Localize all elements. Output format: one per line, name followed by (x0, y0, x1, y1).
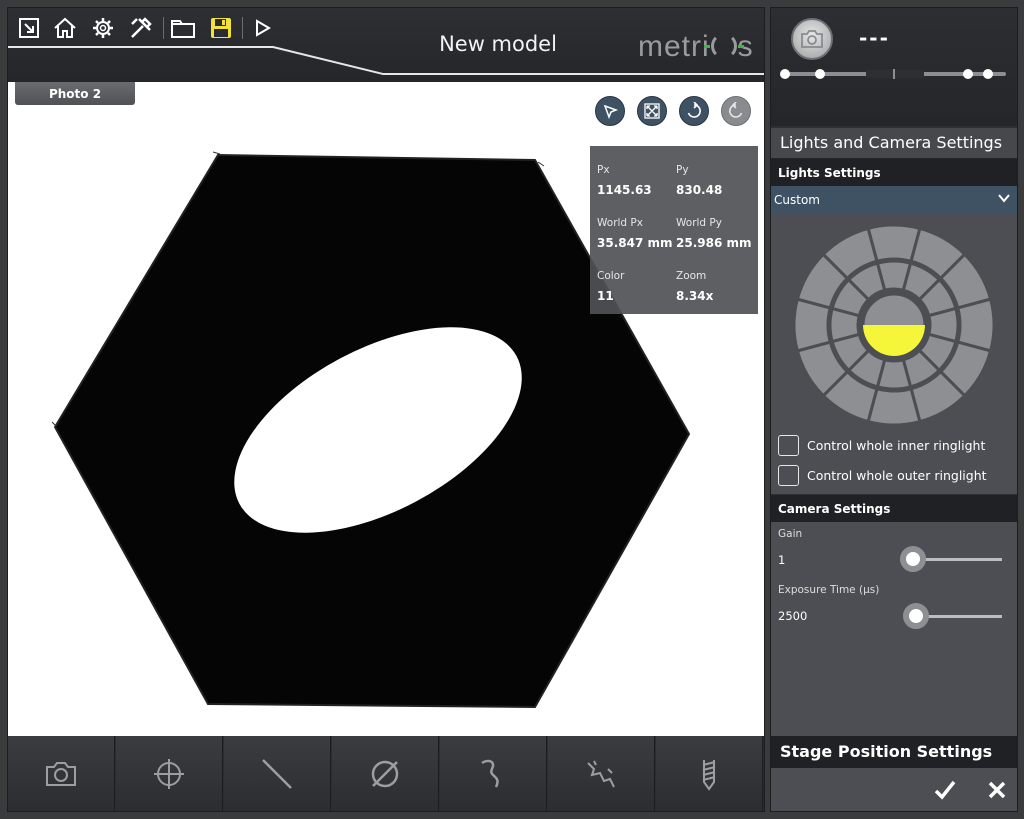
photo-tab[interactable]: Photo 2 (15, 82, 135, 105)
chevron-down-icon (997, 191, 1011, 208)
crosshair-icon[interactable] (116, 736, 223, 811)
outer-ringlight-checkbox[interactable] (778, 464, 799, 486)
world-py-value: 25.986 mm (676, 236, 752, 250)
model-title: New model (439, 32, 557, 56)
lights-settings-header: Lights Settings (771, 159, 1017, 186)
camera-button[interactable] (791, 18, 833, 60)
camera-position-slider[interactable] (780, 69, 1006, 79)
ringlight-control[interactable] (791, 222, 997, 428)
fit-view-icon[interactable] (637, 96, 667, 126)
inner-ringlight-label: Control whole inner ringlight (807, 437, 986, 453)
panel-title: Lights and Camera Settings (771, 128, 1017, 159)
panel-footer (771, 768, 1017, 811)
color-label: Color (597, 270, 625, 282)
inner-ringlight-checkbox[interactable] (778, 434, 799, 456)
camera-settings-area: Gain 1 Exposure Time (µs) 2500 (771, 522, 1017, 736)
undo-icon[interactable] (679, 96, 709, 126)
outer-ringlight-label: Control whole outer ringlight (807, 467, 987, 483)
zoom-value: 8.34x (676, 289, 714, 303)
close-icon[interactable] (981, 774, 1013, 806)
camera-icon (801, 30, 823, 48)
center-light-segment (863, 325, 925, 356)
settings-panel: --- Lights and Camera Settings Lights Se… (770, 7, 1018, 812)
gain-value: 1 (778, 553, 786, 567)
inner-ringlight-row: Control whole inner ringlight (778, 434, 985, 456)
exposure-slider-thumb[interactable] (903, 603, 929, 629)
cursor-info-panel: Px 1145.63 Py 830.48 World Px 35.847 mm … (590, 146, 758, 314)
camera-settings-header: Camera Settings (771, 495, 1017, 522)
lights-mode-value: Custom (774, 193, 820, 207)
exposure-value: 2500 (778, 609, 808, 623)
outer-ringlight-row: Control whole outer ringlight (778, 464, 987, 486)
thread-icon[interactable] (656, 736, 763, 811)
edge-path-icon[interactable] (548, 736, 655, 811)
line-icon[interactable] (224, 736, 331, 811)
measurement-toolbar (8, 736, 764, 811)
camera-header: --- (771, 8, 1017, 126)
image-viewport[interactable]: Photo 2 Px 1145.63 Py 830.48 World Px 35… (8, 82, 764, 736)
checkmark-icon[interactable] (929, 774, 961, 806)
color-value: 11 (597, 289, 614, 303)
py-value: 830.48 (676, 183, 723, 197)
model-window: New model metri s Photo 2 Px 1145.63 Py 8… (7, 7, 765, 812)
world-px-label: World Px (597, 217, 643, 229)
py-label: Py (676, 164, 689, 176)
camera-icon[interactable] (8, 736, 115, 811)
world-py-label: World Py (676, 217, 722, 229)
diameter-icon[interactable] (332, 736, 439, 811)
top-toolbar: New model metri s (8, 8, 764, 82)
lights-area: Control whole inner ringlight Control wh… (771, 214, 1017, 494)
zoom-label: Zoom (676, 270, 707, 282)
exposure-label: Exposure Time (µs) (778, 584, 880, 596)
px-label: Px (597, 164, 610, 176)
lights-mode-dropdown[interactable]: Custom (771, 186, 1017, 214)
world-px-value: 35.847 mm (597, 236, 673, 250)
curve-icon[interactable] (440, 736, 547, 811)
px-value: 1145.63 (597, 183, 652, 197)
redo-icon[interactable] (721, 96, 751, 126)
pointer-icon[interactable] (595, 96, 625, 126)
camera-name: --- (859, 26, 890, 50)
stage-position-header[interactable]: Stage Position Settings (771, 736, 1017, 768)
brand-logo: metri s (638, 30, 754, 63)
gain-slider-thumb[interactable] (900, 546, 926, 572)
gain-label: Gain (778, 528, 803, 540)
